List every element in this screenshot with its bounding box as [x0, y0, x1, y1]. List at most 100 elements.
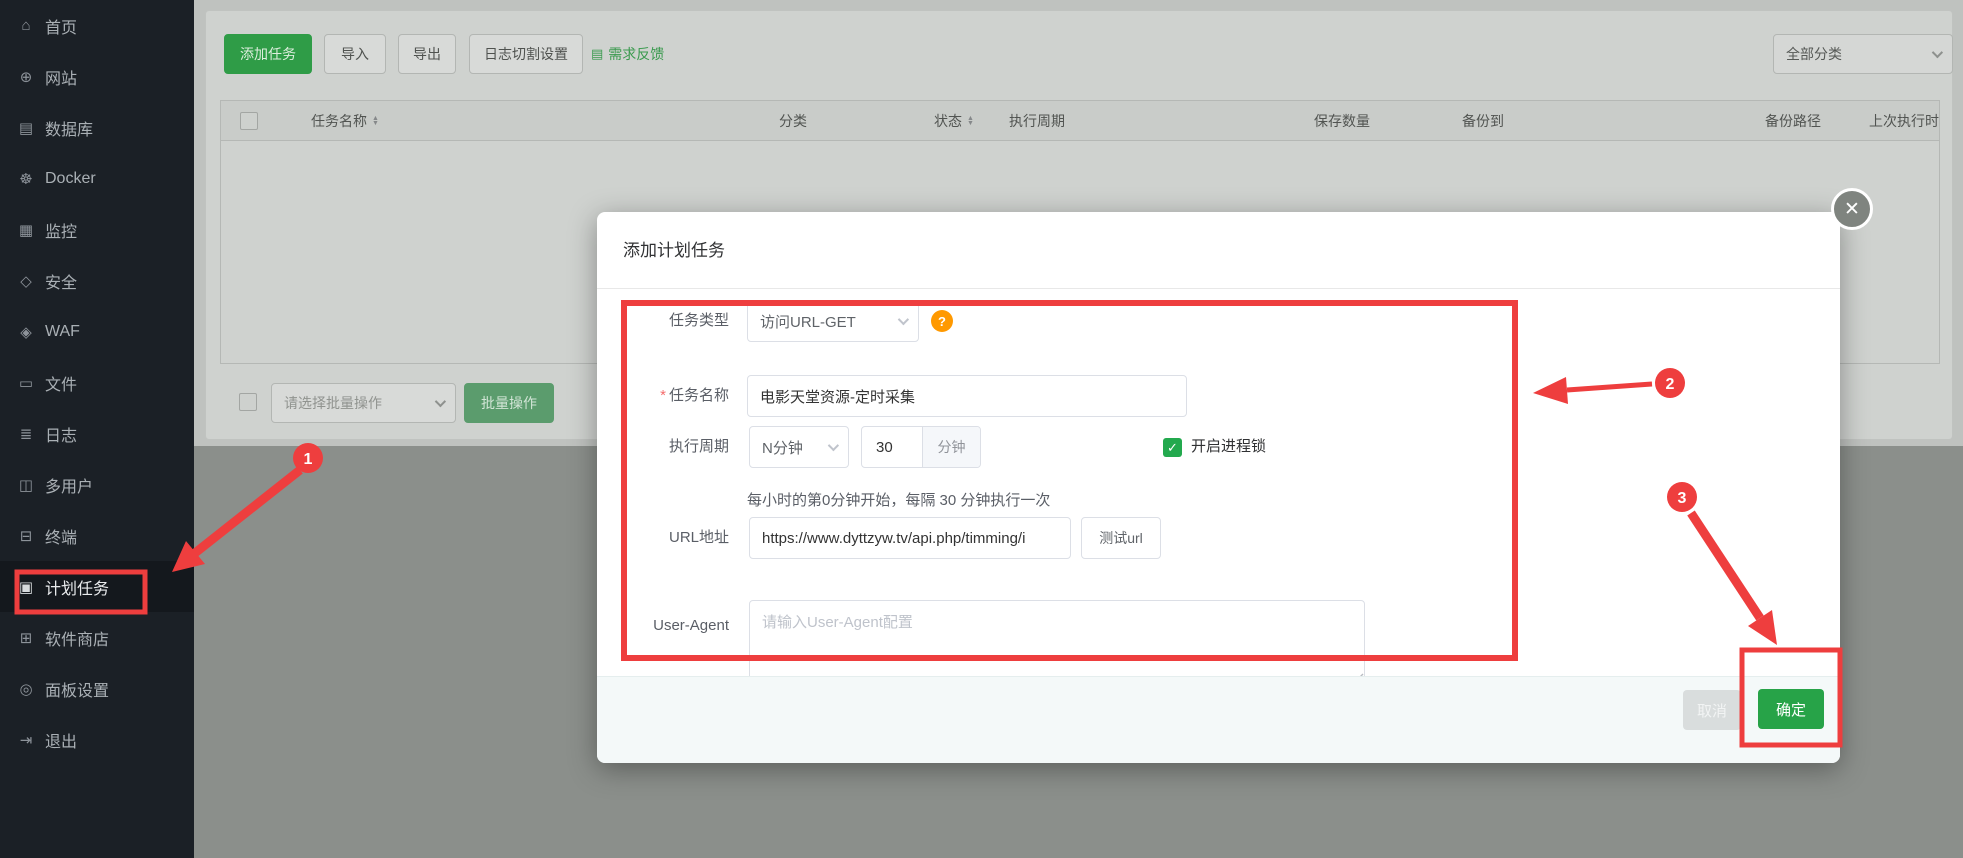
import-button[interactable]: 导入: [324, 34, 386, 74]
monitor-icon: ▦: [16, 221, 36, 239]
task-table-header: 任务名称▲▼分类状态▲▼执行周期保存数量备份到备份路径上次执行时间: [221, 101, 1939, 141]
add-task-button[interactable]: 添加任务: [224, 34, 312, 74]
process-lock-checkbox[interactable]: ✓: [1163, 438, 1182, 457]
sidebar-item-label: 安全: [45, 269, 77, 293]
close-icon[interactable]: ✕: [1831, 188, 1873, 230]
sidebar-item-label: 首页: [45, 14, 77, 38]
sidebar-item-4[interactable]: ☸ Docker: [0, 153, 194, 204]
category-filter-value: 全部分类: [1786, 44, 1842, 64]
cycle-value-group: 30 分钟: [861, 426, 981, 468]
sidebar-item-label: 网站: [45, 65, 77, 89]
select-all-checkbox[interactable]: [240, 112, 258, 130]
column-header-3[interactable]: 状态 ▲▼: [934, 101, 974, 141]
files-icon: ▭: [16, 374, 36, 392]
chevron-down-icon: [898, 314, 909, 325]
cron-icon: ▣: [16, 578, 36, 596]
task-name-input[interactable]: [747, 375, 1187, 417]
task-type-select[interactable]: 访问URL-GET: [747, 300, 919, 342]
column-header-5: 保存数量: [1314, 101, 1370, 141]
cycle-unit-select[interactable]: N分钟: [749, 426, 849, 468]
step-1-number: 1: [304, 451, 313, 468]
logout-icon: ⇥: [16, 731, 36, 749]
column-header-label: 保存数量: [1314, 111, 1370, 131]
cycle-suffix: 分钟: [922, 427, 980, 467]
sidebar-item-label: 面板设置: [45, 677, 109, 701]
required-asterisk: *: [660, 387, 666, 404]
sidebar-item-label: 计划任务: [45, 575, 109, 599]
sidebar-item-label: 数据库: [45, 116, 93, 140]
sidebar-item-12[interactable]: ▣ 计划任务: [0, 561, 194, 612]
sidebar-item-3[interactable]: ▤ 数据库: [0, 102, 194, 153]
sidebar-item-11[interactable]: ⊟终端: [0, 510, 194, 561]
cycle-unit-value: N分钟: [762, 437, 803, 458]
column-header-label: 备份到: [1462, 111, 1504, 131]
user-agent-textarea[interactable]: [749, 600, 1365, 684]
url-input[interactable]: [749, 517, 1071, 559]
sidebar-item-label: 日志: [45, 422, 77, 446]
export-button[interactable]: 导出: [398, 34, 456, 74]
sidebar-item-label: 监控: [45, 218, 77, 242]
modal-divider: [597, 288, 1840, 289]
batch-operation-button[interactable]: 批量操作: [464, 383, 554, 423]
docker-icon: ☸: [16, 170, 36, 188]
url-label: URL地址: [617, 517, 729, 559]
test-url-button[interactable]: 测试url: [1081, 517, 1161, 559]
column-header-label: 执行周期: [1009, 111, 1065, 131]
security-icon: ◇: [16, 272, 36, 290]
task-name-label: *任务名称: [617, 375, 729, 417]
modal-title: 添加计划任务: [623, 236, 725, 261]
sidebar-item-label: WAF: [45, 323, 80, 341]
sort-icon[interactable]: ▲▼: [372, 116, 379, 126]
confirm-button[interactable]: 确定: [1758, 689, 1824, 729]
sidebar-item-2[interactable]: ⊕网站: [0, 51, 194, 102]
cycle-value-input[interactable]: 30: [862, 427, 922, 467]
add-cron-task-modal: 添加计划任务 任务类型 访问URL-GET ? *任务名称 执行周期 N分钟 3…: [597, 212, 1840, 763]
step-1-badge: [293, 443, 323, 473]
sidebar-item-label: 退出: [45, 728, 77, 752]
cancel-button[interactable]: 取消: [1683, 690, 1741, 730]
sidebar-item-label: 多用户: [45, 473, 93, 497]
category-filter-select[interactable]: 全部分类: [1773, 34, 1953, 74]
sidebar-item-1[interactable]: ⌂首页: [0, 0, 194, 51]
feedback-icon: ▤: [591, 46, 603, 62]
column-header-label: 状态: [934, 111, 962, 131]
batch-operation-select[interactable]: 请选择批量操作: [271, 383, 456, 423]
sidebar-item-9[interactable]: ≣ 日志: [0, 408, 194, 459]
feedback-label: 需求反馈: [608, 44, 664, 64]
sidebar-item-10[interactable]: ◫ 多用户: [0, 459, 194, 510]
logs-icon: ≣: [16, 425, 36, 443]
sidebar-item-7[interactable]: ◈ WAF: [0, 306, 194, 357]
sidebar-item-label: 软件商店: [45, 626, 109, 650]
task-type-value: 访问URL-GET: [760, 311, 856, 332]
task-type-label: 任务类型: [617, 300, 729, 342]
sidebar-item-15[interactable]: ⇥ 退出: [0, 714, 194, 765]
log-cut-settings-button[interactable]: 日志切割设置: [469, 34, 583, 74]
cycle-hint-text: 每小时的第0分钟开始，每隔 30 分钟执行一次: [747, 489, 1050, 510]
sidebar-item-label: 终端: [45, 524, 77, 548]
database-icon: ▤: [16, 119, 36, 137]
sort-icon[interactable]: ▲▼: [967, 116, 974, 126]
column-header-label: 分类: [779, 111, 807, 131]
sidebar-menu: ⌂首页⊕网站 ▤ 数据库 ☸ Docker ▦ 监控 ◇ 安全 ◈ WAF ▭ 文件 ≣ 日志 ◫ 多用户 ⊟终端…: [0, 0, 194, 765]
process-lock-label: 开启进程锁: [1191, 426, 1266, 468]
sidebar-item-8[interactable]: ▭ 文件: [0, 357, 194, 408]
cycle-label: 执行周期: [617, 426, 729, 468]
sidebar-item-13[interactable]: ⊞ 软件商店: [0, 612, 194, 663]
multiuser-icon: ◫: [16, 476, 36, 494]
waf-icon: ◈: [16, 323, 36, 341]
column-header-label: 上次执行时间: [1869, 111, 1940, 131]
column-header-1[interactable]: 任务名称 ▲▼: [311, 101, 379, 141]
help-icon[interactable]: ?: [931, 310, 953, 332]
sidebar-item-5[interactable]: ▦ 监控: [0, 204, 194, 255]
sidebar-item-6[interactable]: ◇ 安全: [0, 255, 194, 306]
column-header-label: 任务名称: [311, 111, 367, 131]
batch-select-checkbox[interactable]: [239, 393, 257, 411]
sidebar-item-label: Docker: [45, 170, 96, 188]
column-header-2: 分类: [779, 101, 807, 141]
sidebar-item-14[interactable]: ◎面板设置: [0, 663, 194, 714]
batch-operation-placeholder: 请选择批量操作: [284, 393, 382, 413]
sidebar-item-label: 文件: [45, 371, 77, 395]
modal-footer: 取消 确定: [597, 676, 1840, 763]
appstore-icon: ⊞: [16, 629, 36, 647]
feedback-link[interactable]: ▤ 需求反馈: [591, 34, 664, 74]
